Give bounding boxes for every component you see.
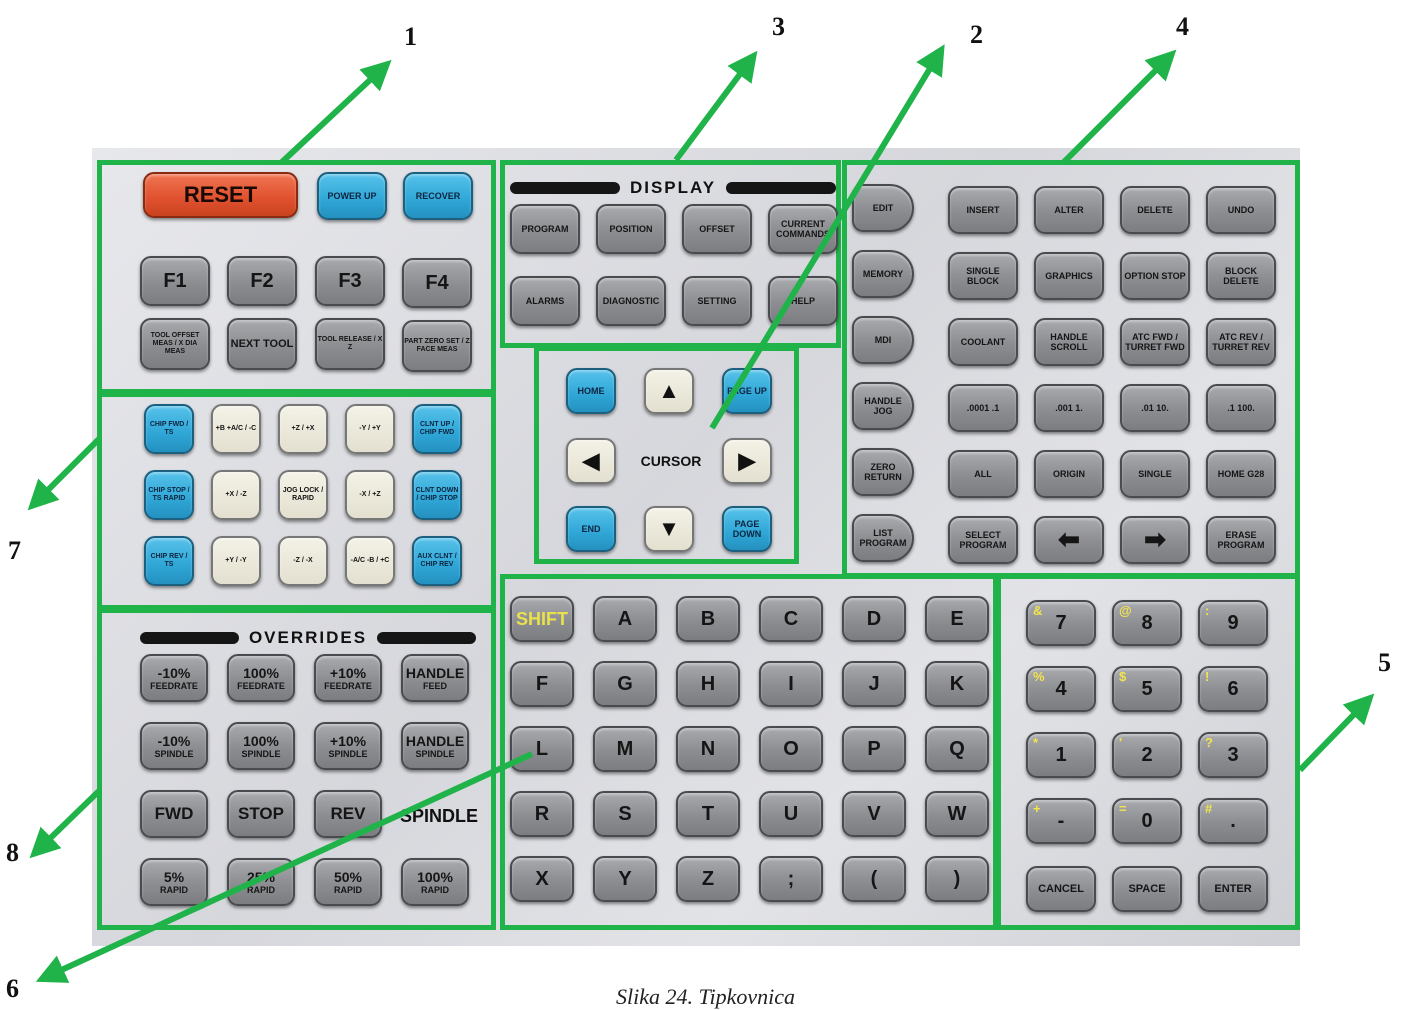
callout-7: 7	[8, 536, 21, 565]
callout-2: 2	[970, 20, 983, 49]
arrow-4	[1061, 49, 1177, 165]
callout-3: 3	[772, 12, 785, 41]
arrow-1	[279, 59, 392, 165]
arrow-7	[27, 435, 103, 511]
callout-5: 5	[1378, 648, 1391, 677]
arrow-2	[709, 44, 945, 430]
arrow-6	[35, 751, 534, 983]
figure-caption: Slika 24. Tipkovnica	[615, 984, 796, 1009]
arrow-8	[29, 787, 103, 859]
callout-1: 1	[404, 22, 417, 51]
arrow-3	[673, 50, 758, 162]
callout-4: 4	[1176, 12, 1189, 41]
callout-8: 8	[6, 838, 19, 867]
callout-arrows	[27, 44, 1375, 983]
arrow-5	[1297, 693, 1375, 773]
